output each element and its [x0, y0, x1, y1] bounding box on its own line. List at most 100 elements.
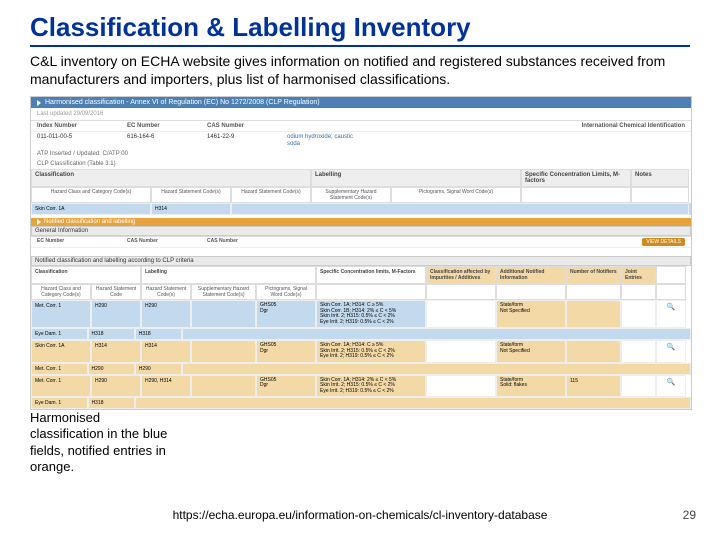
nr-code2: H314 — [141, 340, 191, 363]
nhdr-class: Classification — [31, 266, 141, 284]
nr-class: Met. Corr. 1 — [31, 363, 88, 375]
sub-hazstmt: Hazard Statement Code(s) — [151, 187, 231, 203]
nhdr-label: Labelling — [141, 266, 316, 284]
general-info-bar: General Information — [31, 226, 691, 236]
nr-rest — [182, 328, 691, 340]
caption-text: Harmonised classification in the blue fi… — [30, 410, 175, 475]
nhdr-blank — [656, 266, 686, 284]
sub-hazstmt2: Hazard Statement Code(s) — [231, 187, 311, 203]
nsub-hazclass: Hazard Class and Category Code(s) — [31, 284, 91, 300]
harm-group-headers: Classification Labelling Specific Concen… — [31, 169, 691, 187]
harmonised-header-text: Harmonised classification - Annex VI of … — [45, 99, 320, 106]
nr-class: Met. Corr. 1 — [31, 375, 91, 398]
nr-supp — [191, 375, 256, 398]
nr-scl: Skin Corr. 1A; H314: C ≥ 5% Skin Irrit. … — [316, 340, 426, 363]
nr-joint — [621, 300, 656, 328]
cell-index: 011-011-00-5 — [37, 134, 107, 147]
hdr-scl: Specific Concentration Limits, M-factors — [521, 169, 631, 187]
nr-class: Eye Dam. 1 — [31, 328, 88, 340]
gen-col-cas: CAS Number — [127, 238, 187, 246]
col-name: International Chemical Identification — [287, 123, 685, 129]
nr-code: H318 — [88, 328, 135, 340]
magnifier-icon[interactable]: 🔍 — [656, 375, 686, 398]
nr-notifiers — [566, 300, 621, 328]
magnifier-icon[interactable]: 🔍 — [656, 340, 686, 363]
nr-scl: Skin Corr. 1A; H314: 2% ≤ C < 5% Skin Ir… — [316, 375, 426, 398]
nr-picto: GHS05 Dgr — [256, 340, 316, 363]
nr-code2: H318 — [135, 328, 182, 340]
harm-code: H314 — [151, 203, 231, 215]
nsub-supp: Supplementary Hazard Statement Code(s) — [191, 284, 256, 300]
id-columns: Index Number EC Number CAS Number Intern… — [31, 120, 691, 131]
nr-rest — [182, 363, 691, 375]
nr-affected — [426, 375, 496, 398]
nr-rest — [135, 397, 691, 409]
nsub-hazcode2: Hazard Statement Code(s) — [141, 284, 191, 300]
nr-code: H290 — [91, 375, 141, 398]
nr-class: Skin Corr. 1A — [31, 340, 91, 363]
harmonised-header-bar: Harmonised classification - Annex VI of … — [31, 97, 691, 108]
harm-class: Skin Corr. 1A — [31, 203, 151, 215]
nr-class: Eye Dam. 1 — [31, 397, 88, 409]
notif-row-orange: Met. Corr. 1 H290 H290, H314 GHS05 Dgr S… — [31, 375, 691, 398]
nr-affected — [426, 300, 496, 328]
nhdr-scl: Specific Concentration limits, M-Factors — [316, 266, 426, 284]
hdr-labelling: Labelling — [311, 169, 521, 187]
notif-subheaders: Hazard Class and Category Code(s) Hazard… — [31, 284, 691, 300]
nsub-addl — [496, 284, 566, 300]
nhdr-joint: Joint Entries — [621, 266, 656, 284]
notif-section-title: Notified classification and labelling ac… — [31, 256, 691, 266]
nsub-notifiers — [566, 284, 621, 300]
col-ec: EC Number — [127, 123, 187, 129]
gen-row — [31, 247, 691, 256]
nsub-blank — [656, 284, 686, 300]
notif-row-orange-b: Eye Dam. 1 H318 — [31, 397, 691, 409]
gen-col-ec: EC Number — [37, 238, 107, 246]
atp-note-1: ATP Inserted / Updated: C/ATP 00 — [31, 149, 691, 159]
nr-code: H318 — [88, 397, 135, 409]
col-index: Index Number — [37, 123, 107, 129]
last-updated: Last updated 29/09/2016 — [31, 108, 691, 120]
nr-supp — [191, 340, 256, 363]
nr-picto: GHS05 Dgr — [256, 375, 316, 398]
gen-col-cas2: CAS Number — [207, 238, 267, 246]
intro-paragraph: C&L inventory on ECHA website gives info… — [30, 53, 690, 88]
nr-notifiers: 115 — [566, 375, 621, 398]
nsub-scl — [316, 284, 426, 300]
nr-notifiers — [566, 340, 621, 363]
nr-scl: Skin Corr. 1A; H314: C ≥ 5% Skin Corr. 1… — [316, 300, 426, 328]
harm-subheaders: Hazard Class and Category Code(s) Hazard… — [31, 187, 691, 203]
notif-row-orange-b: Met. Corr. 1 H290 H290 — [31, 363, 691, 375]
nr-joint — [621, 375, 656, 398]
cell-name: odium hydroxide; caustic soda — [287, 134, 367, 147]
atp-note-2: CLP Classification (Table 3.1) — [31, 159, 691, 169]
nr-supp — [191, 300, 256, 328]
nr-addl: State/form Not Specified — [496, 300, 566, 328]
nsub-affected — [426, 284, 496, 300]
col-cas: CAS Number — [207, 123, 267, 129]
notif-row-blue-2: Eye Dam. 1 H318 H318 — [31, 328, 691, 340]
page-title: Classification & Labelling Inventory — [30, 12, 690, 47]
notif-row-blue: Met. Corr. 1 H290 H290 GHS05 Dgr Skin Co… — [31, 300, 691, 328]
hdr-notes: Notes — [631, 169, 689, 187]
sub-supp: Supplementary Hazard Statement Code(s) — [311, 187, 391, 203]
nr-code2: H290, H314 — [141, 375, 191, 398]
chevron-right-icon — [37, 219, 41, 225]
harm-rest — [231, 203, 689, 215]
view-details-button[interactable]: VIEW DETAILS — [642, 238, 685, 246]
magnifier-icon[interactable]: 🔍 — [656, 300, 686, 328]
nr-code2: H290 — [141, 300, 191, 328]
footer-url: https://echa.europa.eu/information-on-ch… — [0, 508, 720, 522]
chevron-right-icon — [37, 100, 41, 106]
sub-scl — [521, 187, 631, 203]
cell-cas: 1461-22-9 — [207, 134, 267, 147]
nr-code: H290 — [91, 300, 141, 328]
page-number: 29 — [683, 508, 696, 522]
notif-row-orange: Skin Corr. 1A H314 H314 GHS05 Dgr Skin C… — [31, 340, 691, 363]
nsub-joint — [621, 284, 656, 300]
sub-hazclass: Hazard Class and Category Code(s) — [31, 187, 151, 203]
notified-header-bar: Notified classification and labelling — [31, 218, 691, 226]
gen-cols: EC Number CAS Number CAS Number VIEW DET… — [31, 236, 691, 247]
sub-picto: Pictograms, Signal Word Code(s) — [391, 187, 521, 203]
nr-class: Met. Corr. 1 — [31, 300, 91, 328]
